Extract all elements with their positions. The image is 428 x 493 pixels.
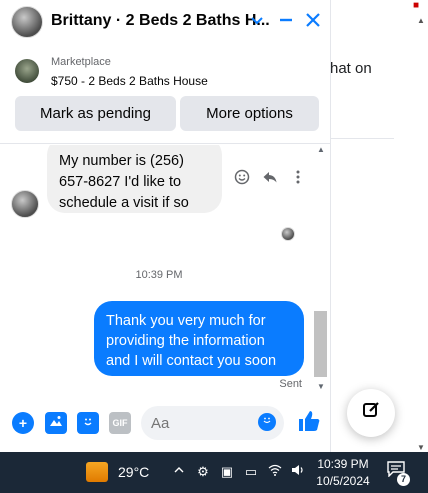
outgoing-message[interactable]: Thank you very much for providing the in… (94, 301, 304, 376)
photo-icon[interactable] (45, 412, 67, 434)
emoji-icon[interactable] (258, 413, 276, 431)
close-tab-icon[interactable]: ■ (404, 0, 428, 14)
marketplace-listing: Marketplace $750 - 2 Beds 2 Baths House … (0, 44, 331, 144)
chevron-down-icon[interactable] (245, 8, 269, 36)
temperature[interactable]: 29°C (118, 464, 149, 480)
react-icon[interactable] (232, 169, 252, 189)
chat-header: Brittany · 2 Beds 2 Baths H... (0, 0, 331, 44)
conversation-title[interactable]: Brittany · 2 Beds 2 Baths H... (51, 12, 270, 30)
divider (330, 138, 394, 139)
message-timestamp: 10:39 PM (135, 269, 183, 281)
meet-icon[interactable]: ⚙ (195, 463, 211, 481)
gif-icon[interactable]: GIF (109, 412, 131, 434)
listing-label: Marketplace (51, 56, 111, 68)
scroll-down-icon[interactable]: ▼ (317, 382, 325, 391)
seen-avatar (281, 227, 295, 241)
delivery-status: Sent (279, 378, 302, 390)
weather-icon[interactable] (86, 462, 108, 482)
screen: ■ hat on ▲ ▼ Brittany · 2 Beds 2 Baths H… (0, 0, 428, 493)
clock-time[interactable]: 10:39 PM (313, 457, 373, 471)
listing-thumbnail[interactable] (15, 59, 39, 83)
sender-avatar[interactable] (11, 190, 39, 218)
compose-icon (361, 400, 381, 426)
more-options-button[interactable]: More options (180, 96, 319, 131)
composer: + GIF (0, 396, 331, 452)
scroll-down-icon[interactable]: ▼ (417, 443, 425, 452)
page-scrollbar[interactable]: ▲ ▼ (414, 16, 428, 452)
reply-icon[interactable] (260, 169, 280, 189)
battery-icon[interactable]: ▭ (243, 463, 259, 481)
wifi-icon[interactable] (267, 463, 283, 481)
sticker-icon[interactable] (77, 412, 99, 434)
scroll-up-icon[interactable]: ▲ (317, 145, 325, 154)
mark-as-pending-button[interactable]: Mark as pending (15, 96, 176, 131)
incoming-message[interactable]: My number is (256) 657-8627 I'd like to … (47, 145, 222, 213)
chat-window: Brittany · 2 Beds 2 Baths H... Marketpla… (0, 0, 331, 452)
avatar[interactable] (11, 6, 43, 38)
scrollbar-thumb[interactable] (314, 311, 327, 377)
message-list: My number is (256) 657-8627 I'd like to … (0, 145, 331, 396)
thumbs-up-icon[interactable] (296, 409, 322, 435)
more-icon[interactable] (288, 169, 308, 189)
close-icon[interactable] (301, 8, 325, 36)
listing-title[interactable]: $750 - 2 Beds 2 Baths House (51, 74, 208, 88)
volume-icon[interactable] (290, 463, 306, 481)
new-message-button[interactable] (347, 389, 395, 437)
minimize-icon[interactable] (274, 8, 298, 36)
usb-icon[interactable]: ▣ (219, 463, 235, 481)
chevron-up-icon[interactable] (171, 463, 187, 481)
plus-icon[interactable]: + (12, 412, 34, 434)
chat-scrollbar[interactable]: ▲ ▼ (314, 145, 327, 391)
background-text: hat on (330, 60, 372, 77)
taskbar: 29°C ⚙ ▣ ▭ 10:39 PM 10/5/2024 7 (0, 452, 428, 493)
notification-count: 7 (397, 473, 410, 486)
clock-date[interactable]: 10/5/2024 (313, 474, 373, 488)
scroll-up-icon[interactable]: ▲ (417, 16, 425, 25)
